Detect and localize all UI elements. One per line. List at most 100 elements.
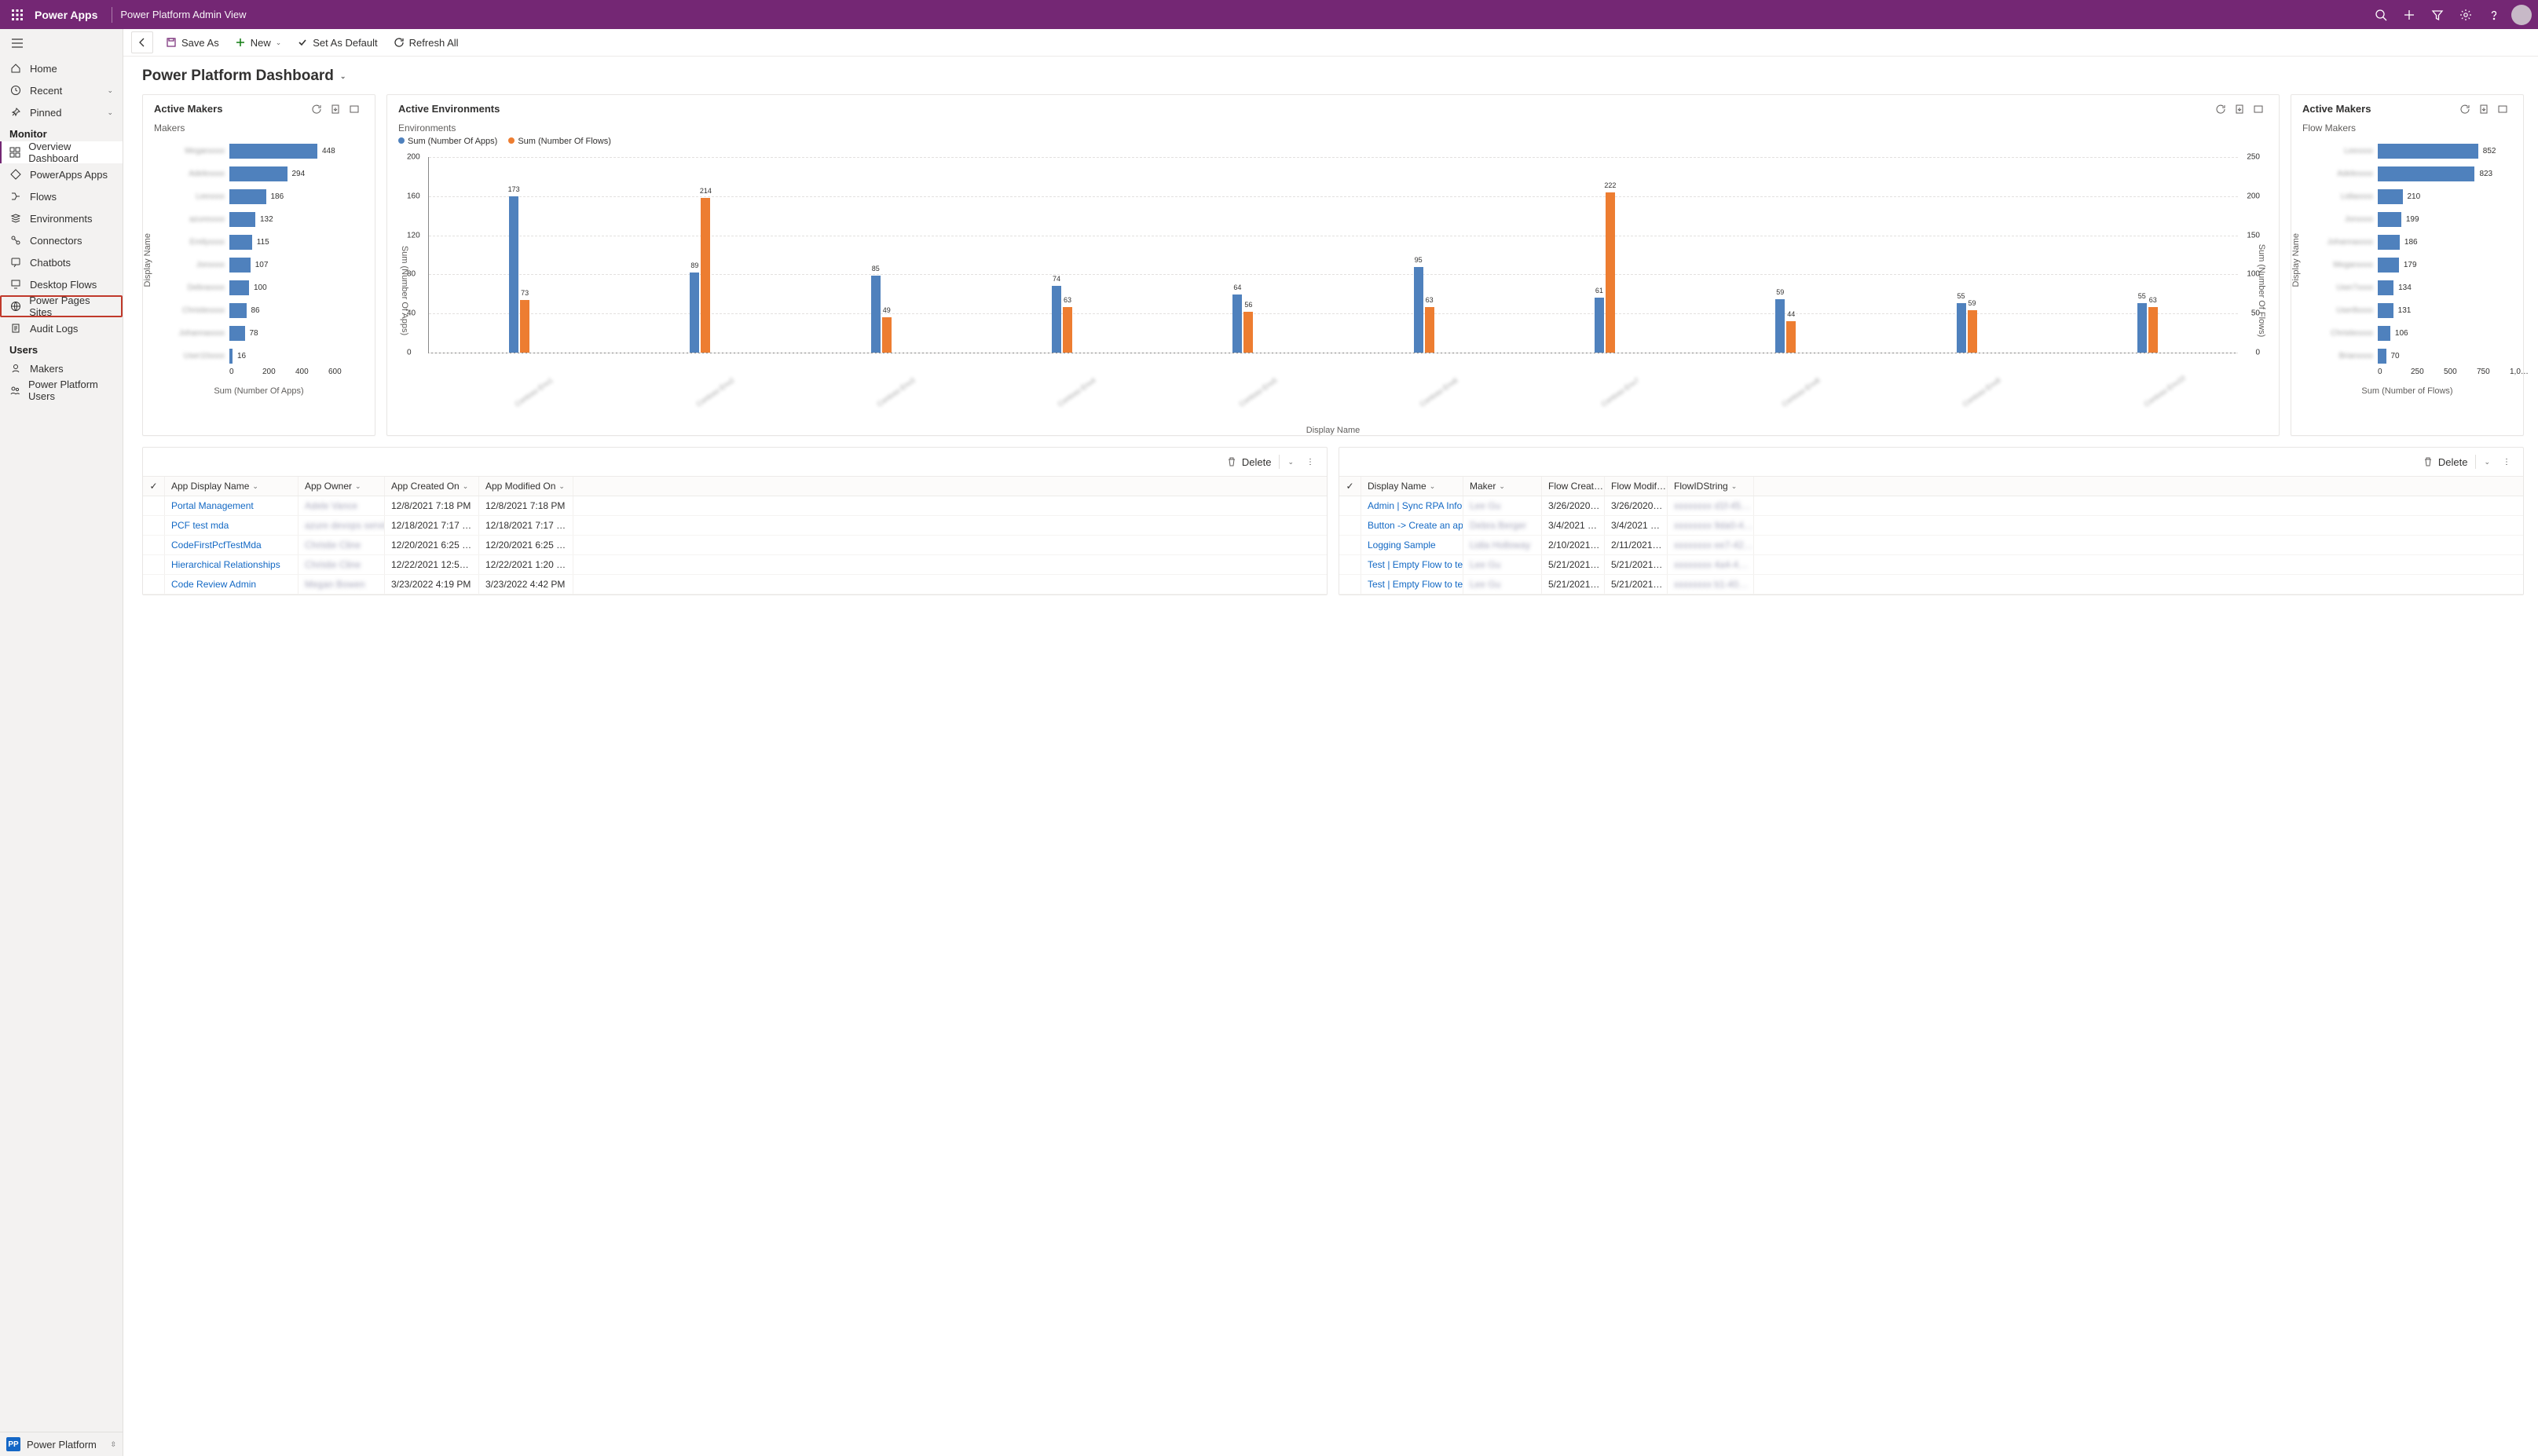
set-default-button[interactable]: Set As Default (291, 34, 383, 52)
btn-label: Refresh All (409, 37, 459, 49)
nav-desktop-flows[interactable]: Desktop Flows (0, 273, 123, 295)
globe-icon (9, 301, 21, 312)
table-row[interactable]: Portal ManagementAdele Vance12/8/2021 7:… (143, 496, 1327, 516)
select-all[interactable]: ✓ (1339, 477, 1361, 496)
nav-recent[interactable]: Recent⌄ (0, 79, 123, 101)
expand-icon[interactable] (2493, 100, 2512, 119)
more-icon[interactable]: ⋮ (1302, 458, 1319, 466)
nav-powerapps-apps[interactable]: PowerApps Apps (0, 163, 123, 185)
nav-platform-users[interactable]: Power Platform Users (0, 379, 123, 401)
chevron-down-icon[interactable]: ⌄ (1287, 458, 1294, 466)
global-header: Power Apps Power Platform Admin View (0, 0, 2538, 29)
table-row[interactable]: Logging SampleLidia Holloway2/10/2021…2/… (1339, 536, 2523, 555)
more-icon[interactable]: ⋮ (2498, 458, 2515, 466)
nav-label: Environments (30, 213, 92, 225)
nav-label: PowerApps Apps (30, 169, 108, 181)
expand-icon[interactable] (2249, 100, 2268, 119)
filter-icon[interactable] (2423, 1, 2452, 29)
search-icon[interactable] (2367, 1, 2395, 29)
pin-icon (9, 107, 22, 118)
bar-row: Adelexxxx294 (163, 163, 364, 185)
y-axis-label: Display Name (143, 233, 152, 287)
table-row[interactable]: Admin | Sync RPA InforLee Gu3/26/2020…3/… (1339, 496, 2523, 516)
app-badge: PP (6, 1437, 20, 1451)
export-icon[interactable] (326, 100, 345, 119)
chevron-down-icon: ⌄ (107, 108, 113, 117)
column-header[interactable]: App Modified On ⌄ (479, 477, 573, 496)
bar-row: Meganxxxx448 (163, 140, 364, 163)
bar-row: azurexxxx132 (163, 208, 364, 231)
card-subtitle: Makers (143, 123, 375, 137)
chevron-down-icon[interactable]: ⌄ (2484, 458, 2490, 466)
nav-audit-logs[interactable]: Audit Logs (0, 317, 123, 339)
nav-connectors[interactable]: Connectors (0, 229, 123, 251)
column-header[interactable]: Flow Modif… ⌄ (1605, 477, 1668, 496)
bar-row: Adelexxxx823 (2312, 163, 2538, 185)
new-button[interactable]: New⌄ (229, 34, 288, 52)
table-row[interactable]: CodeFirstPcfTestMdaChristie Cline12/20/2… (143, 536, 1327, 555)
chevron-down-icon: ⌄ (340, 72, 346, 81)
bar-row: Leexxxx852 (2312, 140, 2538, 163)
bar-row: Brianxxxx70 (2312, 345, 2538, 368)
column-header[interactable]: App Owner ⌄ (298, 477, 385, 496)
avatar[interactable] (2511, 5, 2532, 25)
select-all[interactable]: ✓ (143, 477, 165, 496)
refresh-icon[interactable] (307, 100, 326, 119)
nav-power-pages-sites[interactable]: Power Pages Sites (0, 295, 123, 317)
nav-label: Makers (30, 363, 64, 375)
dashboard-icon (9, 147, 20, 158)
nav-home[interactable]: Home (0, 57, 123, 79)
nav-label: Flows (30, 191, 57, 203)
flow-icon (9, 191, 22, 202)
nav-chatbots[interactable]: Chatbots (0, 251, 123, 273)
delete-button[interactable]: Delete (2423, 456, 2468, 468)
card-title: Active Environments (398, 103, 500, 115)
delete-button[interactable]: Delete (1226, 456, 1272, 468)
expand-icon[interactable] (345, 100, 364, 119)
column-header[interactable]: App Display Name ⌄ (165, 477, 298, 496)
help-icon[interactable] (2480, 1, 2508, 29)
connector-icon (9, 235, 22, 246)
column-header[interactable]: Flow Creat… ⌄ (1542, 477, 1605, 496)
table-row[interactable]: Hierarchical RelationshipsChristie Cline… (143, 555, 1327, 575)
nav-environments[interactable]: Environments (0, 207, 123, 229)
hamburger-icon[interactable] (0, 29, 123, 57)
nav-label: Audit Logs (30, 323, 78, 335)
sidebar-footer[interactable]: PP Power Platform ⇳ (0, 1432, 123, 1456)
nav-pinned[interactable]: Pinned⌄ (0, 101, 123, 123)
table-row[interactable]: Test | Empty Flow to tesLee Gu5/21/2021…… (1339, 575, 2523, 594)
nav-flows[interactable]: Flows (0, 185, 123, 207)
chevron-down-icon: ⌄ (107, 86, 113, 95)
back-button[interactable] (131, 31, 153, 53)
nav-section-users: Users (0, 339, 123, 357)
flows-table-card: Delete ⌄ ⋮ ✓Display Name ⌄Maker ⌄Flow Cr… (1339, 447, 2524, 595)
export-icon[interactable] (2474, 100, 2493, 119)
footer-label: Power Platform (27, 1439, 97, 1451)
page-title[interactable]: Power Platform Dashboard⌄ (142, 68, 2524, 85)
save-as-button[interactable]: Save As (159, 34, 225, 52)
command-bar: Save As New⌄ Set As Default Refresh All (123, 29, 2538, 57)
table-row[interactable]: Code Review AdminMegan Bowen3/23/2022 4:… (143, 575, 1327, 594)
nav-overview-dashboard[interactable]: Overview Dashboard (0, 141, 123, 163)
column-header[interactable]: Maker ⌄ (1463, 477, 1542, 496)
column-header[interactable]: FlowIDString ⌄ (1668, 477, 1754, 496)
refresh-button[interactable]: Refresh All (387, 34, 465, 52)
nav-makers[interactable]: Makers (0, 357, 123, 379)
settings-icon[interactable] (2452, 1, 2480, 29)
table-row[interactable]: Button -> Create an apDebra Berger3/4/20… (1339, 516, 2523, 536)
table-row[interactable]: Test | Empty Flow to tesLee Gu5/21/2021…… (1339, 555, 2523, 575)
refresh-icon[interactable] (2211, 100, 2230, 119)
export-icon[interactable] (2230, 100, 2249, 119)
column-header[interactable]: Display Name ⌄ (1361, 477, 1463, 496)
column-header[interactable]: App Created On ⌄ (385, 477, 479, 496)
nav-label: Home (30, 63, 57, 75)
btn-label: Save As (181, 37, 219, 49)
bar-row: Christiexxxx86 (163, 299, 364, 322)
refresh-icon[interactable] (2456, 100, 2474, 119)
card-active-makers-flows: Active Makers Flow Makers Display Name L… (2291, 94, 2524, 436)
table-row[interactable]: PCF test mdaazure devops service12/18/20… (143, 516, 1327, 536)
bar-row: Leexxxx186 (163, 185, 364, 208)
app-launcher-icon[interactable] (6, 4, 28, 26)
nav-label: Power Platform Users (28, 379, 113, 402)
add-icon[interactable] (2395, 1, 2423, 29)
